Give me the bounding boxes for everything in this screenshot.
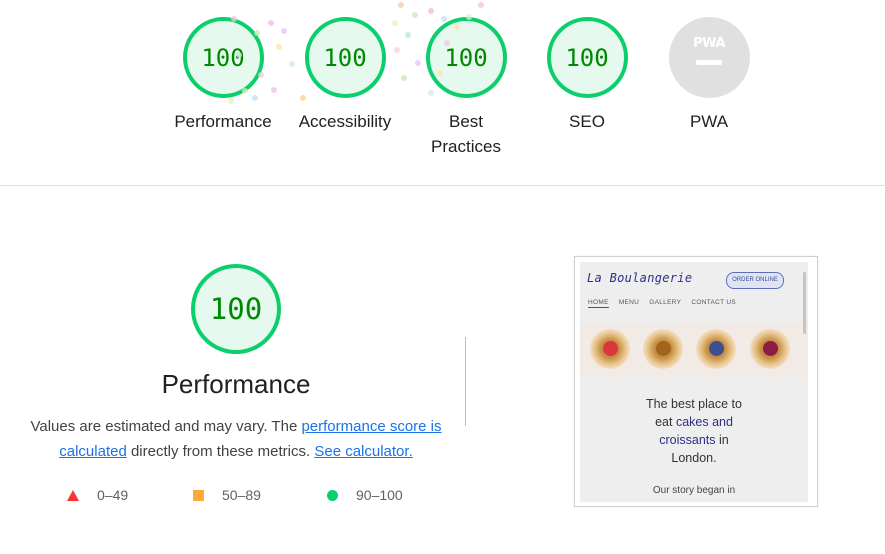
caramel-tart-image (643, 329, 683, 369)
nav-contact: CONTACT US (691, 299, 737, 306)
gauge-pwa[interactable]: PWA PWA (649, 17, 769, 134)
pastry-hero-image (580, 323, 808, 377)
gauge-accessibility[interactable]: 100 Accessibility (285, 17, 405, 134)
performance-description: Values are estimated and may vary. The p… (30, 414, 442, 464)
performance-gauge: 100 (191, 264, 281, 354)
nav-menu: MENU (618, 299, 640, 306)
headline-line: eat cakes and (580, 413, 808, 431)
legend-range: 50–89 (222, 487, 261, 503)
gauge-best-practices[interactable]: 100 Best Practices (406, 17, 526, 159)
performance-summary: 100 Performance Values are estimated and… (30, 264, 442, 464)
description-text: Values are estimated and may vary. The (30, 418, 302, 435)
legend-fail: 0–49 (67, 487, 128, 503)
accessibility-score: 100 (304, 17, 386, 98)
performance-score: 100 (182, 17, 264, 98)
headline-line: The best place to (646, 397, 742, 411)
strawberry-tart-image (590, 329, 630, 369)
fail-triangle-icon (67, 489, 79, 501)
section-divider (0, 185, 885, 186)
headline-highlight: croissants (659, 433, 716, 447)
headline-line: London. (671, 451, 717, 465)
screenshot-content: La Boulangerie ORDER ONLINE HOME MENU GA… (580, 262, 808, 502)
best-practices-score: 100 (425, 17, 507, 98)
vertical-separator (465, 337, 466, 426)
pass-circle-icon (327, 489, 338, 501)
gauge-label: Best Practices (431, 112, 501, 156)
gauge-seo[interactable]: 100 SEO (527, 17, 647, 134)
legend-average: 50–89 (193, 487, 261, 503)
lighthouse-report: 100 Performance 100 Accessibility 100 Be… (0, 0, 885, 554)
site-headline: The best place to eat cakes and croissan… (580, 395, 808, 467)
pwa-badge-text: PWA (693, 36, 725, 51)
order-online-button: ORDER ONLINE (726, 272, 784, 289)
raspberry-tart-image (750, 329, 790, 369)
pwa-badge: PWA (668, 17, 750, 98)
gauge-label: PWA (689, 112, 729, 131)
gauge-label: Performance (174, 112, 272, 131)
performance-title: Performance (161, 369, 311, 399)
see-calculator-link[interactable]: See calculator. (314, 443, 412, 460)
final-screenshot[interactable]: La Boulangerie ORDER ONLINE HOME MENU GA… (574, 256, 818, 507)
site-story: Our story began in (652, 485, 736, 496)
headline-text: in (715, 433, 729, 447)
gauge-label: Accessibility (298, 112, 392, 131)
legend-range: 0–49 (97, 487, 129, 503)
gauge-performance[interactable]: 100 Performance (163, 17, 283, 134)
headline-highlight: cakes and (675, 415, 733, 429)
average-square-icon (193, 489, 204, 501)
headline-text: eat (655, 415, 676, 429)
seo-score: 100 (546, 17, 628, 98)
headline-line: croissants in (580, 431, 808, 449)
site-logo: La Boulangerie (587, 271, 693, 285)
screenshot-scrollbar[interactable] (803, 272, 806, 334)
legend-pass: 90–100 (327, 487, 403, 503)
blueberry-tart-image (696, 329, 736, 369)
site-nav: HOME MENU GALLERY CONTACT US (588, 299, 744, 308)
nav-home: HOME (588, 299, 609, 308)
score-gauges: 100 Performance 100 Accessibility 100 Be… (0, 0, 885, 185)
gauge-label: SEO (569, 112, 605, 131)
description-text: directly from these metrics. (126, 443, 315, 460)
legend-range: 90–100 (356, 487, 403, 503)
pwa-dash-icon (696, 60, 722, 65)
nav-gallery: GALLERY (649, 299, 682, 306)
score-legend: 0–49 50–89 90–100 (0, 487, 440, 507)
